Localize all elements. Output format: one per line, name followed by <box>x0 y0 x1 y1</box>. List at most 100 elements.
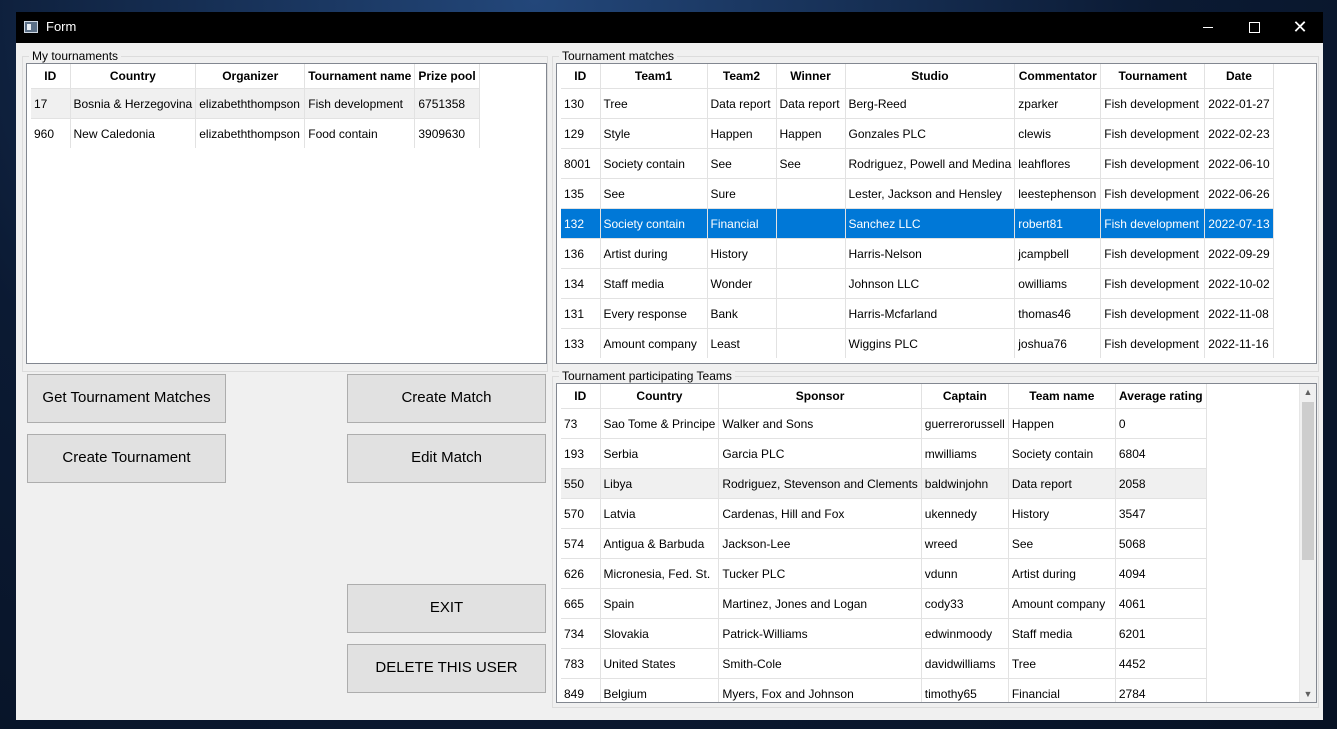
table-cell[interactable]: 5068 <box>1115 528 1207 559</box>
table-cell[interactable]: Society contain <box>1008 438 1116 469</box>
table-row[interactable]: 129 Style Happen Happen Gonzales PLC clewis Fi… <box>561 118 1274 149</box>
delete-user-button[interactable]: DELETE THIS USER <box>347 644 546 693</box>
tournament-matches-grid[interactable]: ID Team1 Team2 Winner Studio Commentator Tourn… <box>556 63 1317 364</box>
table-cell[interactable]: History <box>707 238 777 269</box>
table-cell[interactable]: jcampbell <box>1014 238 1102 269</box>
table-cell[interactable]: 3909630 <box>414 118 480 148</box>
table-cell[interactable] <box>776 178 846 209</box>
column-header[interactable]: Captain <box>921 384 1009 409</box>
table-cell[interactable]: 849 <box>561 678 601 702</box>
table-cell[interactable]: 2022-06-10 <box>1204 148 1274 179</box>
table-cell[interactable]: Sanchez LLC <box>845 208 1016 239</box>
table-cell[interactable]: 135 <box>561 178 601 209</box>
table-cell[interactable]: Happen <box>707 118 777 149</box>
column-header[interactable]: Country <box>70 64 197 89</box>
table-row[interactable]: 665 Spain Martinez, Jones and Logan cody33 A… <box>561 588 1207 619</box>
table-cell[interactable]: See <box>707 148 777 179</box>
table-cell[interactable]: Walker and Sons <box>718 408 922 439</box>
table-cell[interactable]: Jackson-Lee <box>718 528 922 559</box>
table-cell[interactable]: Sure <box>707 178 777 209</box>
edit-match-button[interactable]: Edit Match <box>347 434 546 483</box>
table-cell[interactable]: History <box>1008 498 1116 529</box>
table-cell[interactable]: United States <box>600 648 720 679</box>
table-row[interactable]: 849 Belgium Myers, Fox and Johnson timothy6… <box>561 678 1207 702</box>
table-cell[interactable]: Rodriguez, Stevenson and Clements <box>718 468 922 499</box>
table-cell[interactable]: Garcia PLC <box>718 438 922 469</box>
minimize-button[interactable] <box>1185 12 1231 43</box>
table-cell[interactable]: Fish development <box>1100 178 1206 209</box>
table-cell[interactable]: 129 <box>561 118 601 149</box>
table-cell[interactable]: 574 <box>561 528 601 559</box>
table-cell[interactable]: 550 <box>561 468 601 499</box>
table-cell[interactable]: 132 <box>561 208 601 239</box>
table-cell[interactable]: leestephenson <box>1014 178 1102 209</box>
table-cell[interactable]: 0 <box>1115 408 1207 439</box>
table-cell[interactable]: Fish development <box>1100 238 1206 269</box>
table-cell[interactable]: Food contain <box>304 118 416 148</box>
maximize-button[interactable] <box>1231 12 1277 43</box>
column-header[interactable]: Tournament <box>1100 64 1206 89</box>
exit-button[interactable]: EXIT <box>347 584 546 633</box>
table-cell[interactable]: 130 <box>561 88 601 119</box>
column-header[interactable]: ID <box>561 384 601 409</box>
table-cell[interactable]: 570 <box>561 498 601 529</box>
table-cell[interactable]: guerrerorussell <box>921 408 1009 439</box>
table-cell[interactable]: mwilliams <box>921 438 1009 469</box>
table-cell[interactable]: Financial <box>1008 678 1116 702</box>
table-cell[interactable]: Every response <box>600 298 708 329</box>
table-cell[interactable]: Martinez, Jones and Logan <box>718 588 922 619</box>
table-row[interactable]: 626 Micronesia, Fed. St. Tucker PLC vdunn Ar… <box>561 558 1207 589</box>
table-cell[interactable]: 2022-10-02 <box>1204 268 1274 299</box>
table-cell[interactable]: ukennedy <box>921 498 1009 529</box>
table-cell[interactable]: Fish development <box>1100 88 1206 119</box>
table-cell[interactable]: Amount company <box>600 328 708 358</box>
table-cell[interactable]: cody33 <box>921 588 1009 619</box>
table-cell[interactable]: Cardenas, Hill and Fox <box>718 498 922 529</box>
table-cell[interactable]: zparker <box>1014 88 1102 119</box>
table-cell[interactable]: 131 <box>561 298 601 329</box>
table-cell[interactable]: Society contain <box>600 208 708 239</box>
table-cell[interactable]: Fish development <box>1100 148 1206 179</box>
table-cell[interactable] <box>776 238 846 269</box>
table-cell[interactable]: 2022-02-23 <box>1204 118 1274 149</box>
table-cell[interactable]: 4452 <box>1115 648 1207 679</box>
my-tournaments-grid[interactable]: ID Country Organizer Tournament name Prize p… <box>26 63 547 364</box>
table-cell[interactable]: Data report <box>707 88 777 119</box>
column-header[interactable]: Organizer <box>195 64 306 89</box>
scroll-thumb[interactable] <box>1302 402 1314 560</box>
table-cell[interactable]: Smith-Cole <box>718 648 922 679</box>
table-cell[interactable]: 2022-07-13 <box>1204 208 1274 239</box>
table-cell[interactable]: Tucker PLC <box>718 558 922 589</box>
table-cell[interactable]: Wiggins PLC <box>845 328 1016 358</box>
table-cell[interactable]: 2022-11-16 <box>1204 328 1274 358</box>
table-cell[interactable]: Happen <box>1008 408 1116 439</box>
table-cell[interactable]: 6804 <box>1115 438 1207 469</box>
table-cell[interactable]: Fish development <box>1100 298 1206 329</box>
table-cell[interactable]: Fish development <box>304 88 416 119</box>
table-row[interactable]: 570 Latvia Cardenas, Hill and Fox ukennedy H… <box>561 498 1207 529</box>
table-cell[interactable]: Wonder <box>707 268 777 299</box>
table-cell[interactable]: Spain <box>600 588 720 619</box>
table-cell[interactable]: davidwilliams <box>921 648 1009 679</box>
table-cell[interactable]: 626 <box>561 558 601 589</box>
column-header[interactable]: Country <box>600 384 720 409</box>
column-header[interactable]: Team name <box>1008 384 1116 409</box>
teams-vertical-scrollbar[interactable]: ▲ ▼ <box>1299 384 1316 702</box>
table-cell[interactable]: baldwinjohn <box>921 468 1009 499</box>
table-cell[interactable]: Data report <box>776 88 846 119</box>
table-cell[interactable]: 2022-09-29 <box>1204 238 1274 269</box>
table-row[interactable]: 131 Every response Bank Harris-Mcfarland tho… <box>561 298 1274 329</box>
table-cell[interactable]: Johnson LLC <box>845 268 1016 299</box>
table-cell[interactable] <box>776 208 846 239</box>
table-cell[interactable]: clewis <box>1014 118 1102 149</box>
table-cell[interactable]: robert81 <box>1014 208 1102 239</box>
table-cell[interactable]: Myers, Fox and Johnson <box>718 678 922 702</box>
table-cell[interactable]: Berg-Reed <box>845 88 1016 119</box>
table-cell[interactable]: 2058 <box>1115 468 1207 499</box>
table-cell[interactable]: Tree <box>600 88 708 119</box>
table-cell[interactable]: 193 <box>561 438 601 469</box>
table-cell[interactable]: Patrick-Williams <box>718 618 922 649</box>
table-cell[interactable]: Happen <box>776 118 846 149</box>
column-header[interactable]: Team1 <box>600 64 708 89</box>
table-cell[interactable]: Style <box>600 118 708 149</box>
